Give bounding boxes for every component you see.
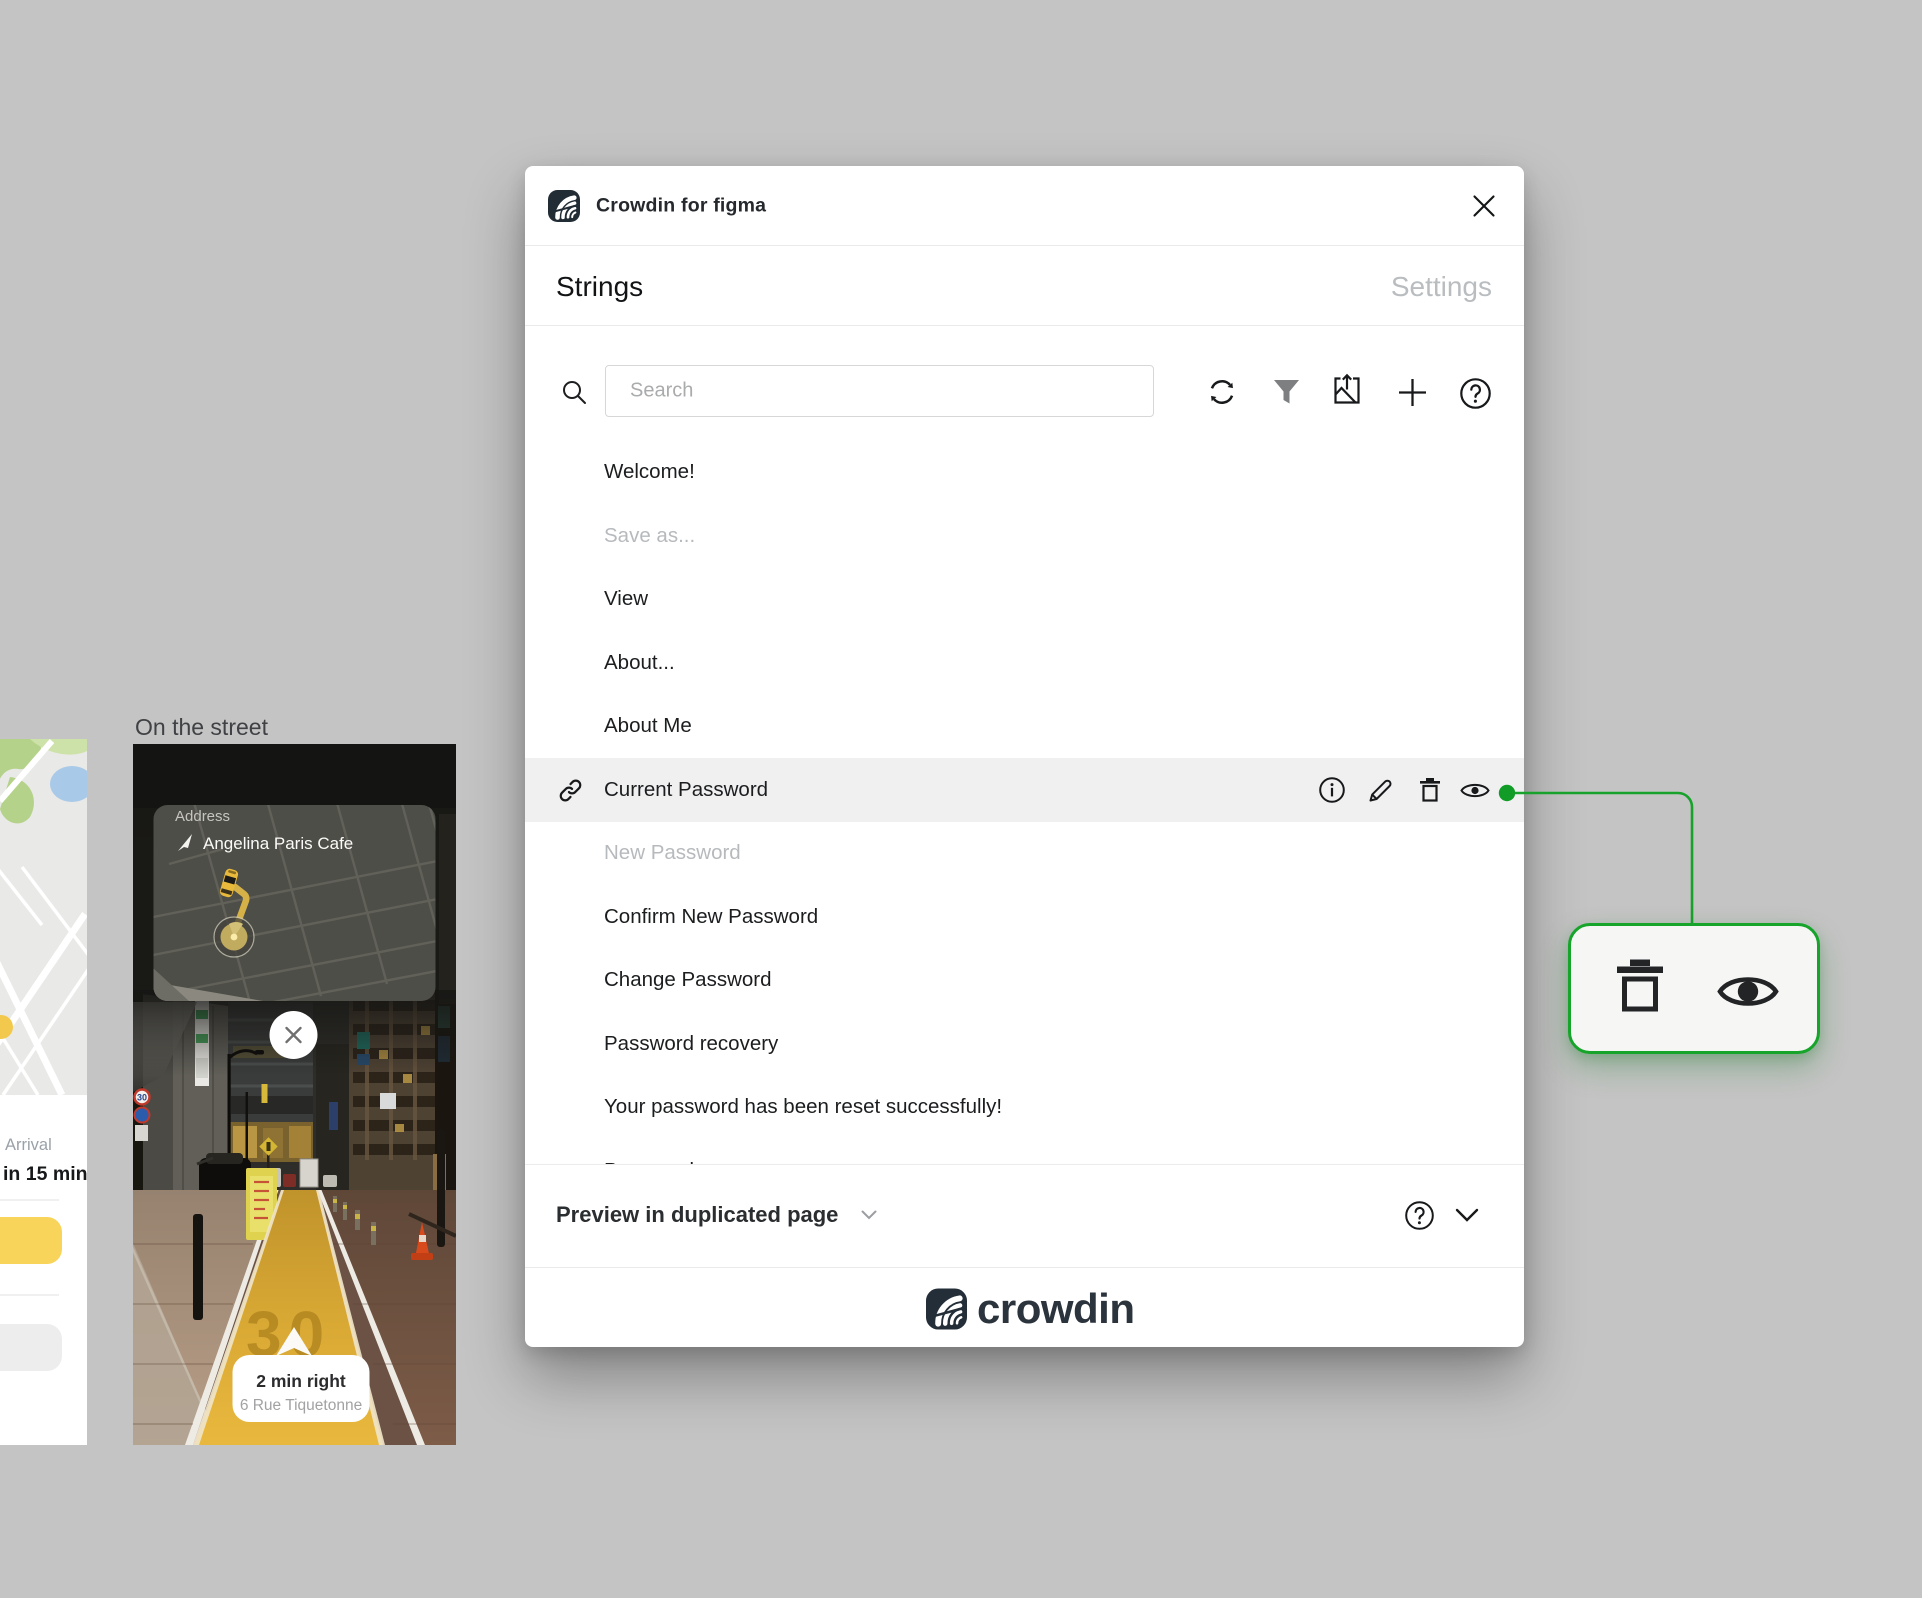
svg-text:Address: Address	[175, 808, 230, 825]
svg-text:Angelina Paris Cafe: Angelina Paris Cafe	[203, 834, 353, 853]
svg-text:in 15 min: in 15 min	[3, 1163, 87, 1185]
svg-text:2 min right: 2 min right	[256, 1371, 346, 1391]
svg-text:30: 30	[137, 1093, 147, 1103]
svg-text:6 Rue Tiquetonne: 6 Rue Tiquetonne	[240, 1397, 362, 1414]
svg-text:Arrival: Arrival	[5, 1136, 52, 1154]
